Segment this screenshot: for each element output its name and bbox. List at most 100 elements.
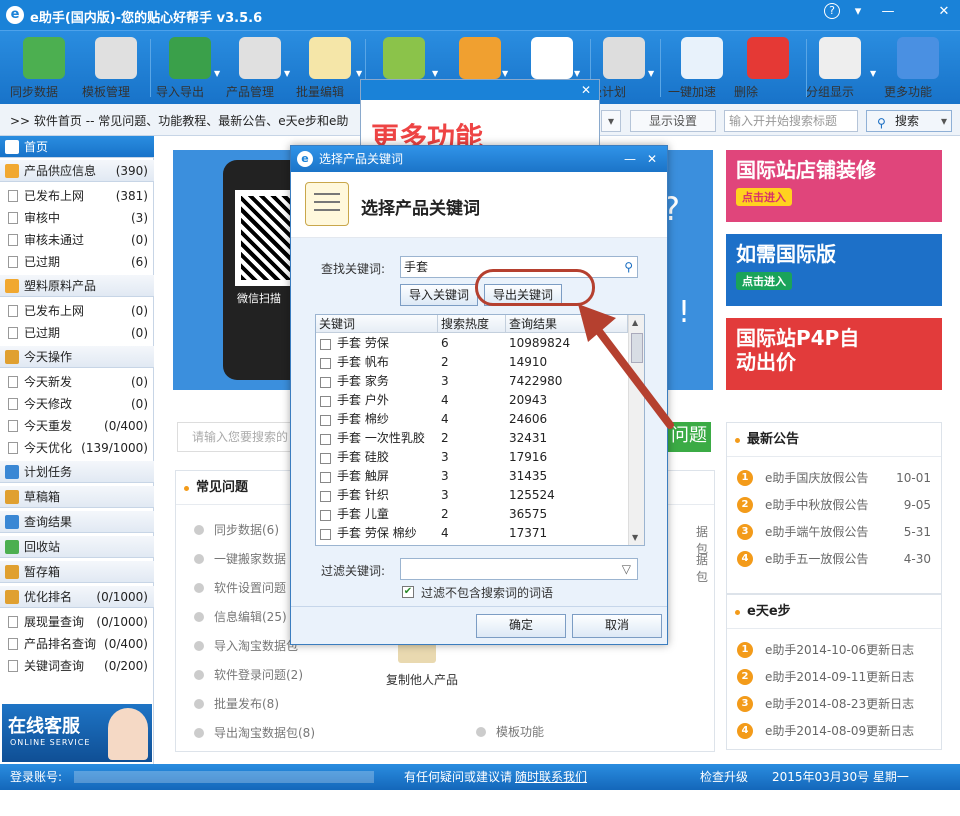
close-button[interactable]: ✕ <box>934 3 954 21</box>
display-settings-button[interactable]: 显示设置 <box>630 110 716 132</box>
filter-funnel-icon[interactable]: ▽ <box>622 559 631 579</box>
list-item[interactable]: 3 e助手端午放假公告 5-31 <box>727 521 941 543</box>
dropdown-arrow-icon[interactable]: ▼ <box>432 69 438 78</box>
promo-ad-button[interactable]: 点击进入 <box>736 188 792 206</box>
help-icon[interactable]: ? <box>824 3 840 19</box>
filter-keyword-input[interactable]: ▽ <box>400 558 638 580</box>
cancel-button[interactable]: 取消 <box>572 614 662 638</box>
list-item[interactable]: 2 e助手2014-09-11更新日志 <box>727 666 941 688</box>
dropdown-arrow-icon[interactable]: ▼ <box>284 69 290 78</box>
sidebar-item[interactable]: 今天新发 (0) <box>0 371 154 393</box>
sidebar-section[interactable]: 产品供应信息 (390) <box>0 160 154 182</box>
row-checkbox[interactable] <box>320 358 331 369</box>
dialog-close-button[interactable]: ✕ <box>643 146 661 172</box>
list-item[interactable]: 3 e助手2014-08-23更新日志 <box>727 693 941 715</box>
sidebar-item[interactable]: 审核未通过 (0) <box>0 229 154 251</box>
promo-ad-button[interactable]: 点击进入 <box>736 272 792 290</box>
title-search-input[interactable]: 输入开并始搜索标题 <box>724 110 858 132</box>
faq-item[interactable]: 信息编辑(25) <box>194 608 287 625</box>
sidebar-item[interactable]: 已过期 (6) <box>0 251 154 273</box>
toolbar-item[interactable]: 同步数据 <box>10 35 78 101</box>
row-checkbox[interactable] <box>320 434 331 445</box>
toolbar-item[interactable]: 级计划 <box>590 35 658 101</box>
table-row[interactable]: 手套 儿童 2 36575 <box>316 505 628 524</box>
popup-close-icon[interactable]: ✕ <box>581 83 591 97</box>
toolbar-item[interactable]: 产品管理 <box>226 35 294 101</box>
promo-ad[interactable]: 国际站P4P自动出价 <box>726 318 942 390</box>
contact-us-link[interactable]: 随时联系我们 <box>515 764 587 790</box>
table-row[interactable]: 手套 针织 3 125524 <box>316 486 628 505</box>
column-header-keyword[interactable]: 关键词 <box>316 315 438 333</box>
list-item[interactable]: 2 e助手中秋放假公告 9-05 <box>727 494 941 516</box>
copy-others-product-link[interactable]: 复制他人产品 <box>386 671 458 688</box>
faq-item[interactable]: 批量发布(8) <box>194 695 279 712</box>
dropdown-arrow-icon[interactable]: ▼ <box>214 69 220 78</box>
sidebar-item[interactable]: 审核中 (3) <box>0 207 154 229</box>
sidebar-item-home[interactable]: 首页 <box>0 136 154 158</box>
sidebar-section[interactable]: 查询结果 <box>0 511 154 533</box>
row-checkbox[interactable] <box>320 472 331 483</box>
sidebar-section[interactable]: 回收站 <box>0 536 154 558</box>
column-header-heat[interactable]: 搜索热度 <box>438 315 506 333</box>
sidebar-item[interactable]: 今天修改 (0) <box>0 393 154 415</box>
search-button[interactable]: ⚲ 搜索 ▾ <box>866 110 952 132</box>
row-checkbox[interactable] <box>320 377 331 388</box>
sidebar-section[interactable]: 今天操作 <box>0 346 154 368</box>
filter-checkbox[interactable]: ✔ <box>402 586 414 598</box>
sidebar-section[interactable]: 计划任务 <box>0 461 154 483</box>
toolbar-item[interactable]: 更多功能 <box>884 35 952 101</box>
menu-dropdown-icon[interactable]: ▾ <box>848 3 868 21</box>
sidebar-section[interactable]: 优化排名 (0/1000) <box>0 586 154 608</box>
table-row[interactable]: 手套 硅胶 3 17916 <box>316 448 628 467</box>
promo-ad[interactable]: 国际站店铺装修 点击进入 <box>726 150 942 222</box>
sidebar-item[interactable]: 今天优化 (139/1000) <box>0 437 154 459</box>
row-checkbox[interactable] <box>320 453 331 464</box>
sidebar-item[interactable]: 已过期 (0) <box>0 322 154 344</box>
dropdown-arrow-icon[interactable]: ▼ <box>648 69 654 78</box>
faq-item[interactable]: 导入淘宝数据包 <box>194 637 298 654</box>
sidebar-item[interactable]: 关键词查询 (0/200) <box>0 655 154 677</box>
dropdown-arrow-icon[interactable]: ▼ <box>574 69 580 78</box>
sidebar-item[interactable]: 展现量查询 (0/1000) <box>0 611 154 633</box>
faq-item[interactable]: 同步数据(6) <box>194 521 279 538</box>
template-function-link[interactable]: 模板功能 <box>496 725 544 739</box>
search-icon[interactable]: ⚲ <box>624 257 633 277</box>
row-checkbox[interactable] <box>320 396 331 407</box>
list-item[interactable]: 4 e助手五一放假公告 4-30 <box>727 548 941 570</box>
toolbar-item[interactable]: 删除 <box>734 35 802 101</box>
import-keyword-button[interactable]: 导入关键词 <box>400 284 478 306</box>
faq-item[interactable]: 软件设置问题 <box>194 579 286 596</box>
dropdown-arrow-icon[interactable]: ▼ <box>502 69 508 78</box>
toolbar-item[interactable]: 导入导出 <box>156 35 224 101</box>
faq-item[interactable]: 导出淘宝数据包(8) <box>194 724 315 741</box>
row-checkbox[interactable] <box>320 339 331 350</box>
list-item[interactable]: 4 e助手2014-08-09更新日志 <box>727 720 941 742</box>
scroll-down-icon[interactable]: ▼ <box>632 533 638 542</box>
sidebar-item[interactable]: 今天重发 (0/400) <box>0 415 154 437</box>
dropdown-arrow-icon[interactable]: ▼ <box>870 69 876 78</box>
list-item[interactable]: 1 e助手2014-10-06更新日志 <box>727 639 941 661</box>
sidebar-item[interactable]: 产品排名查询 (0/400) <box>0 633 154 655</box>
sidebar-item[interactable]: 已发布上网 (381) <box>0 185 154 207</box>
toolbar-item[interactable]: 分组显示 <box>806 35 874 101</box>
dropdown-arrow-icon[interactable]: ▼ <box>356 69 362 78</box>
toolbar-item[interactable]: 一键加速 <box>668 35 736 101</box>
dialog-minimize-button[interactable]: — <box>621 146 639 172</box>
list-item[interactable]: 1 e助手国庆放假公告 10-01 <box>727 467 941 489</box>
row-checkbox[interactable] <box>320 415 331 426</box>
row-checkbox[interactable] <box>320 510 331 521</box>
faq-item[interactable]: 软件登录问题(2) <box>194 666 303 683</box>
promo-ad[interactable]: 如需国际版 点击进入 <box>726 234 942 306</box>
faq-item[interactable]: 一键搬家数据 <box>194 550 286 567</box>
table-row[interactable]: 手套 劳保 棉纱 4 17371 <box>316 524 628 543</box>
online-service-banner[interactable]: 在线客服 ONLINE SERVICE <box>2 704 152 762</box>
faq-col2-item[interactable]: 据包 <box>696 551 714 585</box>
minimize-button[interactable]: — <box>878 3 898 21</box>
toolbar-item[interactable]: 模板管理 <box>82 35 150 101</box>
dropdown-arrow-icon[interactable]: ▾ <box>601 110 621 132</box>
sidebar-section[interactable]: 暂存箱 <box>0 561 154 583</box>
row-checkbox[interactable] <box>320 529 331 540</box>
check-update-link[interactable]: 检查升级 <box>700 764 748 790</box>
sidebar-section[interactable]: 草稿箱 <box>0 486 154 508</box>
toolbar-item[interactable]: 批量编辑 <box>296 35 364 101</box>
